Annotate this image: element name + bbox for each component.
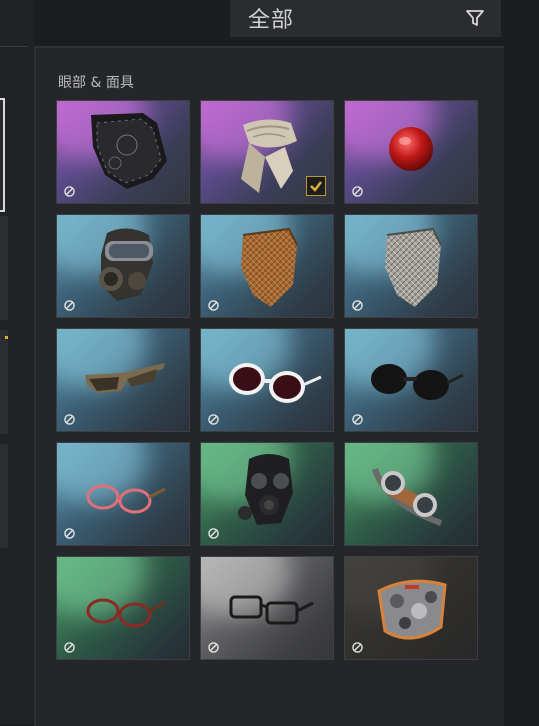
- not-owned-icon: [64, 300, 75, 311]
- black-bandana-icon: [91, 113, 167, 189]
- gas-mask-goggles-icon: [99, 228, 153, 301]
- grey-shemagh-icon: [385, 227, 442, 307]
- item-tile-black-bandana[interactable]: [56, 100, 190, 204]
- filter-label: 全部: [248, 8, 295, 33]
- item-tile-black-sunglasses[interactable]: [344, 328, 478, 432]
- black-gas-mask-icon: [238, 454, 293, 525]
- filter-icon[interactable]: [465, 8, 485, 28]
- not-owned-icon: [352, 642, 363, 653]
- item-tile-red-nose[interactable]: [344, 100, 478, 204]
- item-tile-grey-shemagh[interactable]: [344, 214, 478, 318]
- not-owned-icon: [352, 300, 363, 311]
- inventory-panel: 眼部 & 面具: [34, 46, 504, 726]
- item-tile-red-glasses[interactable]: [56, 556, 190, 660]
- category-tab[interactable]: [0, 330, 8, 434]
- item-tile-black-glasses[interactable]: [200, 556, 334, 660]
- item-tile-camo-mask[interactable]: [344, 556, 478, 660]
- not-owned-icon: [64, 528, 75, 539]
- pink-glasses-icon: [86, 484, 166, 514]
- tan-shemagh-icon: [241, 227, 298, 307]
- not-owned-icon: [208, 528, 219, 539]
- not-owned-icon: [64, 642, 75, 653]
- tinted-sunglasses-icon: [85, 363, 165, 393]
- item-tile-black-gas-mask[interactable]: [200, 442, 334, 546]
- category-tab-selected[interactable]: [0, 98, 5, 212]
- filter-dropdown[interactable]: 全部: [230, 0, 501, 37]
- black-glasses-icon: [229, 595, 314, 625]
- red-glasses-icon: [86, 598, 166, 628]
- not-owned-icon: [208, 642, 219, 653]
- not-owned-icon: [352, 414, 363, 425]
- item-tile-pink-glasses[interactable]: [56, 442, 190, 546]
- not-owned-icon: [64, 414, 75, 425]
- equipped-check: [306, 176, 326, 196]
- aviator-goggles-icon: [372, 468, 443, 526]
- camo-mask-icon: [377, 579, 447, 640]
- item-tile-white-sunglasses[interactable]: [200, 328, 334, 432]
- black-sunglasses-icon: [371, 364, 464, 400]
- item-tile-gas-mask-goggles[interactable]: [56, 214, 190, 318]
- category-tab[interactable]: [0, 216, 8, 320]
- item-tile-cream-scarf[interactable]: [200, 100, 334, 204]
- category-tab[interactable]: [0, 444, 8, 548]
- category-tabs: [0, 0, 30, 724]
- not-owned-icon: [208, 414, 219, 425]
- item-tile-tan-shemagh[interactable]: [200, 214, 334, 318]
- item-tile-aviator-goggles[interactable]: [344, 442, 478, 546]
- not-owned-icon: [64, 186, 75, 197]
- not-owned-icon: [352, 186, 363, 197]
- item-tile-tinted-sunglasses[interactable]: [56, 328, 190, 432]
- red-nose-icon: [389, 127, 433, 171]
- section-title: 眼部 & 面具: [58, 75, 134, 91]
- not-owned-icon: [208, 300, 219, 311]
- white-sunglasses-icon: [229, 363, 322, 403]
- new-indicator: [5, 336, 8, 339]
